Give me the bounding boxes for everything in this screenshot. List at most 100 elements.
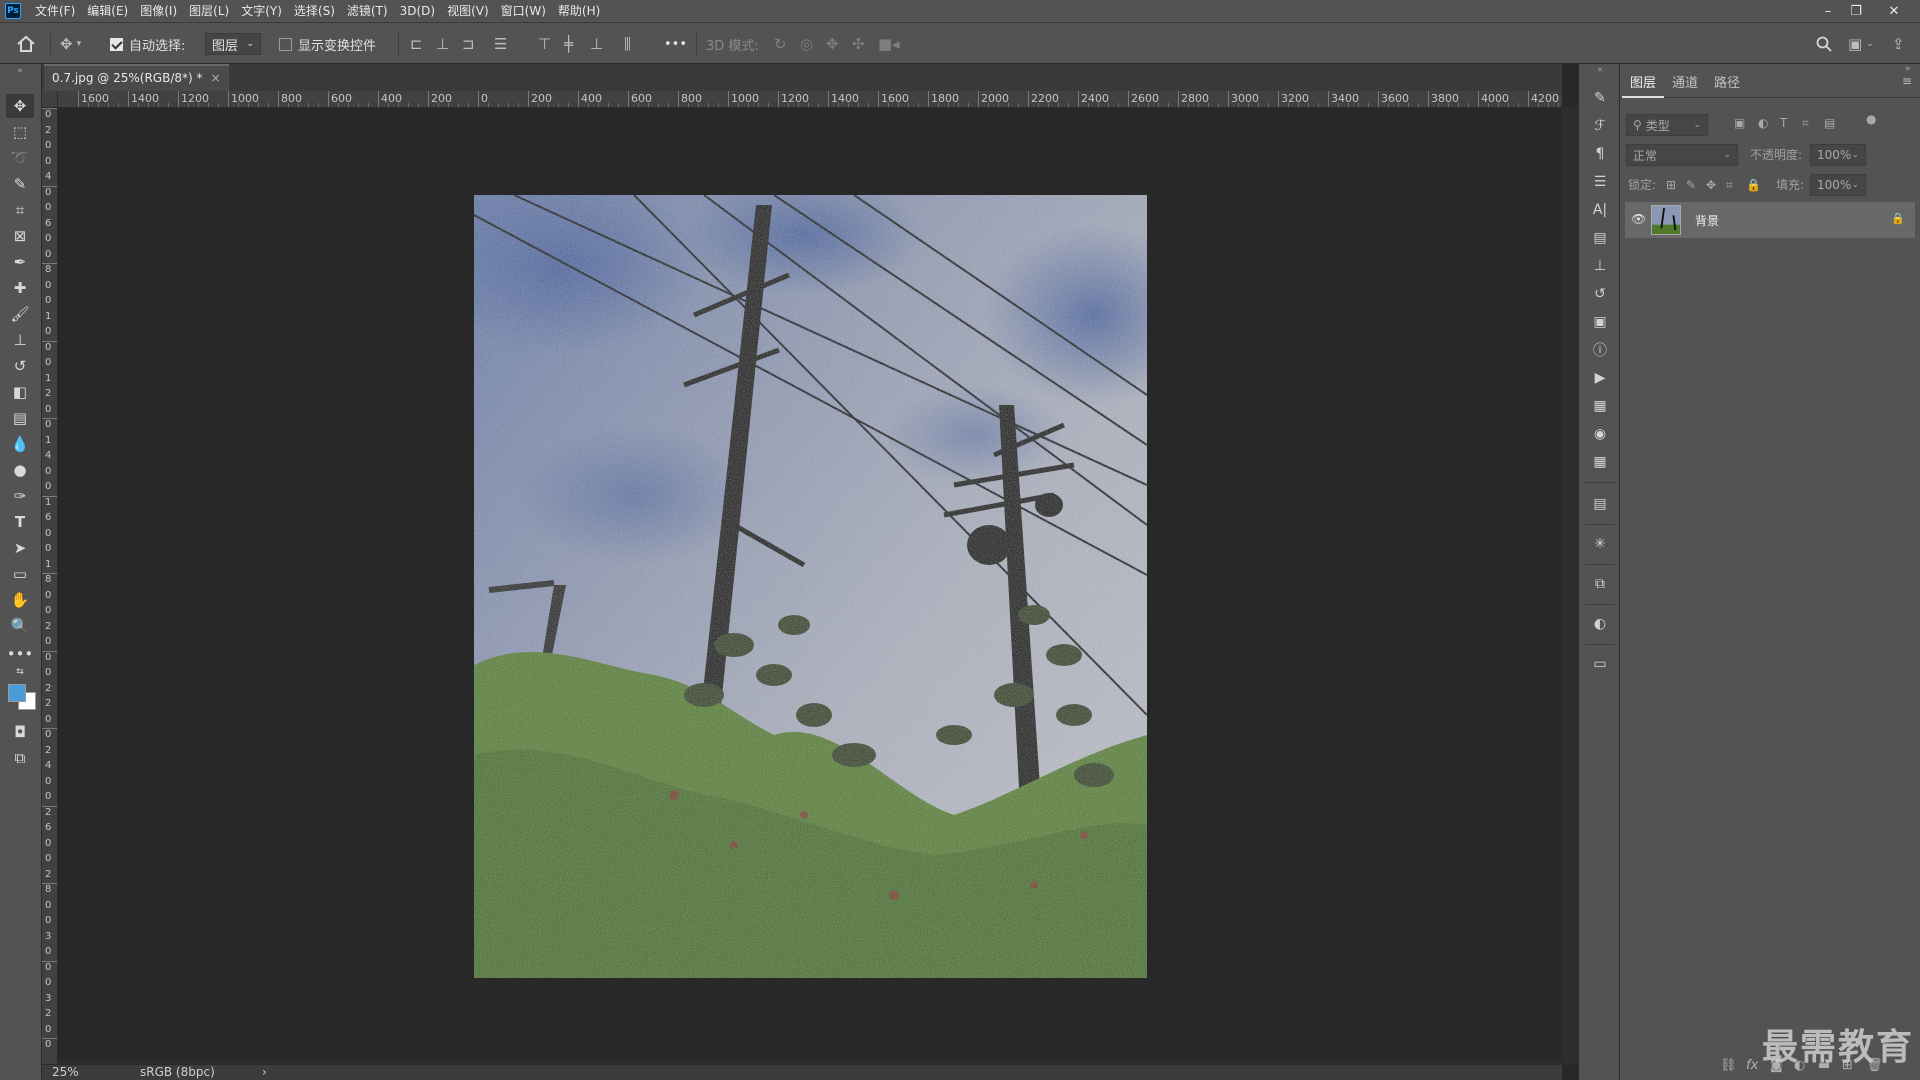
3d-pan-icon[interactable]: ✥ <box>826 23 839 65</box>
show-transform-checkbox[interactable]: 显示变换控件 <box>279 23 376 65</box>
filter-pixel-icon[interactable]: ▣ <box>1734 112 1745 134</box>
opacity-input[interactable]: 100% ⌄ <box>1810 144 1866 166</box>
character-icon[interactable]: A| <box>1588 198 1612 222</box>
menu-layer[interactable]: 图层(L) <box>183 0 235 22</box>
healing-brush-tool-icon[interactable]: ✚ <box>6 276 34 300</box>
properties-icon[interactable]: ▤ <box>1588 226 1612 250</box>
color-icon[interactable]: ◐ <box>1588 612 1612 636</box>
distribute-horizontal-icon[interactable]: ⫼ <box>624 23 631 65</box>
crop-tool-icon[interactable]: ⌗ <box>6 198 34 222</box>
gradients-icon[interactable]: ▭ <box>1588 652 1612 676</box>
eyedropper-tool-icon[interactable]: ✒ <box>6 250 34 274</box>
align-bottom-icon[interactable]: ⊥ <box>590 23 603 65</box>
glyphs-icon[interactable]: ⧉ <box>1588 572 1612 596</box>
hand-tool-icon[interactable]: ✋ <box>6 588 34 612</box>
swap-colors-icon[interactable]: ⇆ <box>6 666 34 678</box>
lasso-tool-icon[interactable]: ➰ <box>6 146 34 170</box>
edit-toolbar-icon[interactable]: ••• <box>6 642 34 666</box>
move-tool-icon[interactable]: ✥ <box>6 94 34 118</box>
tab-channels[interactable]: 通道 <box>1664 72 1706 98</box>
menu-select[interactable]: 选择(S) <box>288 0 341 22</box>
3d-roll-icon[interactable]: ◎ <box>800 23 813 65</box>
home-icon[interactable] <box>16 23 36 65</box>
align-vertical-center-icon[interactable]: ╪ <box>564 23 573 65</box>
status-menu-arrow-icon[interactable]: › <box>262 1065 267 1079</box>
zoom-tool-icon[interactable]: 🔍 <box>6 614 34 638</box>
filter-toggle-icon[interactable]: ● <box>1866 108 1876 130</box>
3d-camera-icon[interactable]: ■◂ <box>878 23 900 65</box>
workspace-icon[interactable]: ▣ ⌄ <box>1848 23 1874 65</box>
screen-mode-icon[interactable]: ⧉ <box>6 746 34 770</box>
layer-style-icon[interactable]: fx <box>1746 1058 1758 1073</box>
eraser-tool-icon[interactable]: ◧ <box>6 380 34 404</box>
align-left-icon[interactable]: ⊏ <box>410 23 423 65</box>
menu-3d[interactable]: 3D(D) <box>394 0 441 22</box>
3d-slide-icon[interactable]: ✣ <box>852 23 865 65</box>
type-tool-icon[interactable]: T <box>6 510 34 534</box>
zoom-level[interactable]: 25% <box>52 1065 79 1079</box>
tab-paths[interactable]: 路径 <box>1706 72 1748 98</box>
document-tab[interactable]: 0.7.jpg @ 25%(RGB/8*) * × <box>44 64 229 91</box>
swatches-icon[interactable]: ▦ <box>1588 394 1612 418</box>
gradient-tool-icon[interactable]: ▤ <box>6 406 34 430</box>
lock-transparent-pixels-icon[interactable]: ⊞ <box>1666 174 1676 196</box>
filter-shape-icon[interactable]: ⌗ <box>1802 112 1809 134</box>
menu-edit[interactable]: 编辑(E) <box>81 0 134 22</box>
frame-tool-icon[interactable]: ⊠ <box>6 224 34 248</box>
table-icon[interactable]: ▦ <box>1588 450 1612 474</box>
more-options-button[interactable]: ••• <box>664 23 687 65</box>
foreground-color-swatch[interactable] <box>8 684 26 702</box>
history-icon[interactable]: ↺ <box>1588 282 1612 306</box>
distribute-vertical-icon[interactable]: ☰ <box>494 23 507 65</box>
link-layers-icon[interactable]: ⛓ <box>1720 1058 1737 1073</box>
minimize-icon[interactable]: – <box>1814 0 1842 22</box>
auto-select-target-dropdown[interactable]: 图层 ⌄ <box>205 23 261 65</box>
auto-select-checkbox[interactable]: 自动选择: <box>110 23 185 65</box>
3d-orbit-icon[interactable]: ↻ <box>774 23 787 65</box>
close-tab-icon[interactable]: × <box>210 66 220 90</box>
align-top-icon[interactable]: ⊤ <box>538 23 551 65</box>
quick-selection-tool-icon[interactable]: ✎ <box>6 172 34 196</box>
align-right-icon[interactable]: ⊐ <box>462 23 475 65</box>
lock-position-icon[interactable]: ✥ <box>1706 174 1716 196</box>
close-window-icon[interactable]: ✕ <box>1880 0 1908 22</box>
lock-all-icon[interactable]: 🔒 <box>1746 174 1761 196</box>
adjustments-icon[interactable]: ☰ <box>1588 170 1612 194</box>
checkbox-checked-icon[interactable] <box>110 37 123 51</box>
brush-tool-icon[interactable]: 🖌 <box>6 302 34 326</box>
menu-filter[interactable]: 滤镜(T) <box>341 0 394 22</box>
vertical-scrollbar[interactable] <box>1562 108 1578 1064</box>
filter-type-icon[interactable]: T <box>1780 112 1787 134</box>
blend-mode-dropdown[interactable]: 正常 ⌄ <box>1626 144 1738 166</box>
dodge-tool-icon[interactable]: ● <box>6 458 34 482</box>
menu-type[interactable]: 文字(Y) <box>235 0 288 22</box>
lock-image-pixels-icon[interactable]: ✎ <box>1686 174 1696 196</box>
lock-artboard-icon[interactable]: ⌗ <box>1726 174 1733 196</box>
menu-file[interactable]: 文件(F) <box>29 0 81 22</box>
layer-name[interactable]: 背景 <box>1695 212 1719 229</box>
info-icon[interactable]: ⓘ <box>1588 338 1612 362</box>
menu-window[interactable]: 窗口(W) <box>495 0 552 22</box>
actions-icon[interactable]: ▶ <box>1588 366 1612 390</box>
collapse-toolbar-icon[interactable]: » <box>6 66 34 76</box>
collapse-panels-icon[interactable]: « <box>1588 64 1612 76</box>
menu-view[interactable]: 视图(V) <box>441 0 495 22</box>
filter-adjustment-icon[interactable]: ◐ <box>1758 112 1768 134</box>
menu-help[interactable]: 帮助(H) <box>552 0 606 22</box>
fill-input[interactable]: 100% ⌄ <box>1810 174 1866 196</box>
clone-stamp-tool-icon[interactable]: ⊥ <box>6 328 34 352</box>
brushes-icon[interactable]: ℱ <box>1588 114 1612 138</box>
paragraph-icon[interactable]: ¶ <box>1588 142 1612 166</box>
align-horizontal-center-icon[interactable]: ⊥ <box>436 23 449 65</box>
eye-visibility-icon[interactable]: 👁 <box>1631 212 1646 226</box>
search-icon[interactable] <box>1816 23 1832 65</box>
navigator-icon[interactable]: ✳ <box>1588 532 1612 556</box>
tab-layers[interactable]: 图层 <box>1622 72 1665 98</box>
share-icon[interactable]: ⇪ <box>1892 23 1905 65</box>
menu-image[interactable]: 图像(I) <box>134 0 183 22</box>
document-image[interactable] <box>474 195 1147 978</box>
notes-icon[interactable]: ▤ <box>1588 492 1612 516</box>
pen-tool-icon[interactable]: ✑ <box>6 484 34 508</box>
path-selection-tool-icon[interactable]: ➤ <box>6 536 34 560</box>
move-tool-preset-icon[interactable]: ✥ ▾ <box>60 23 81 65</box>
